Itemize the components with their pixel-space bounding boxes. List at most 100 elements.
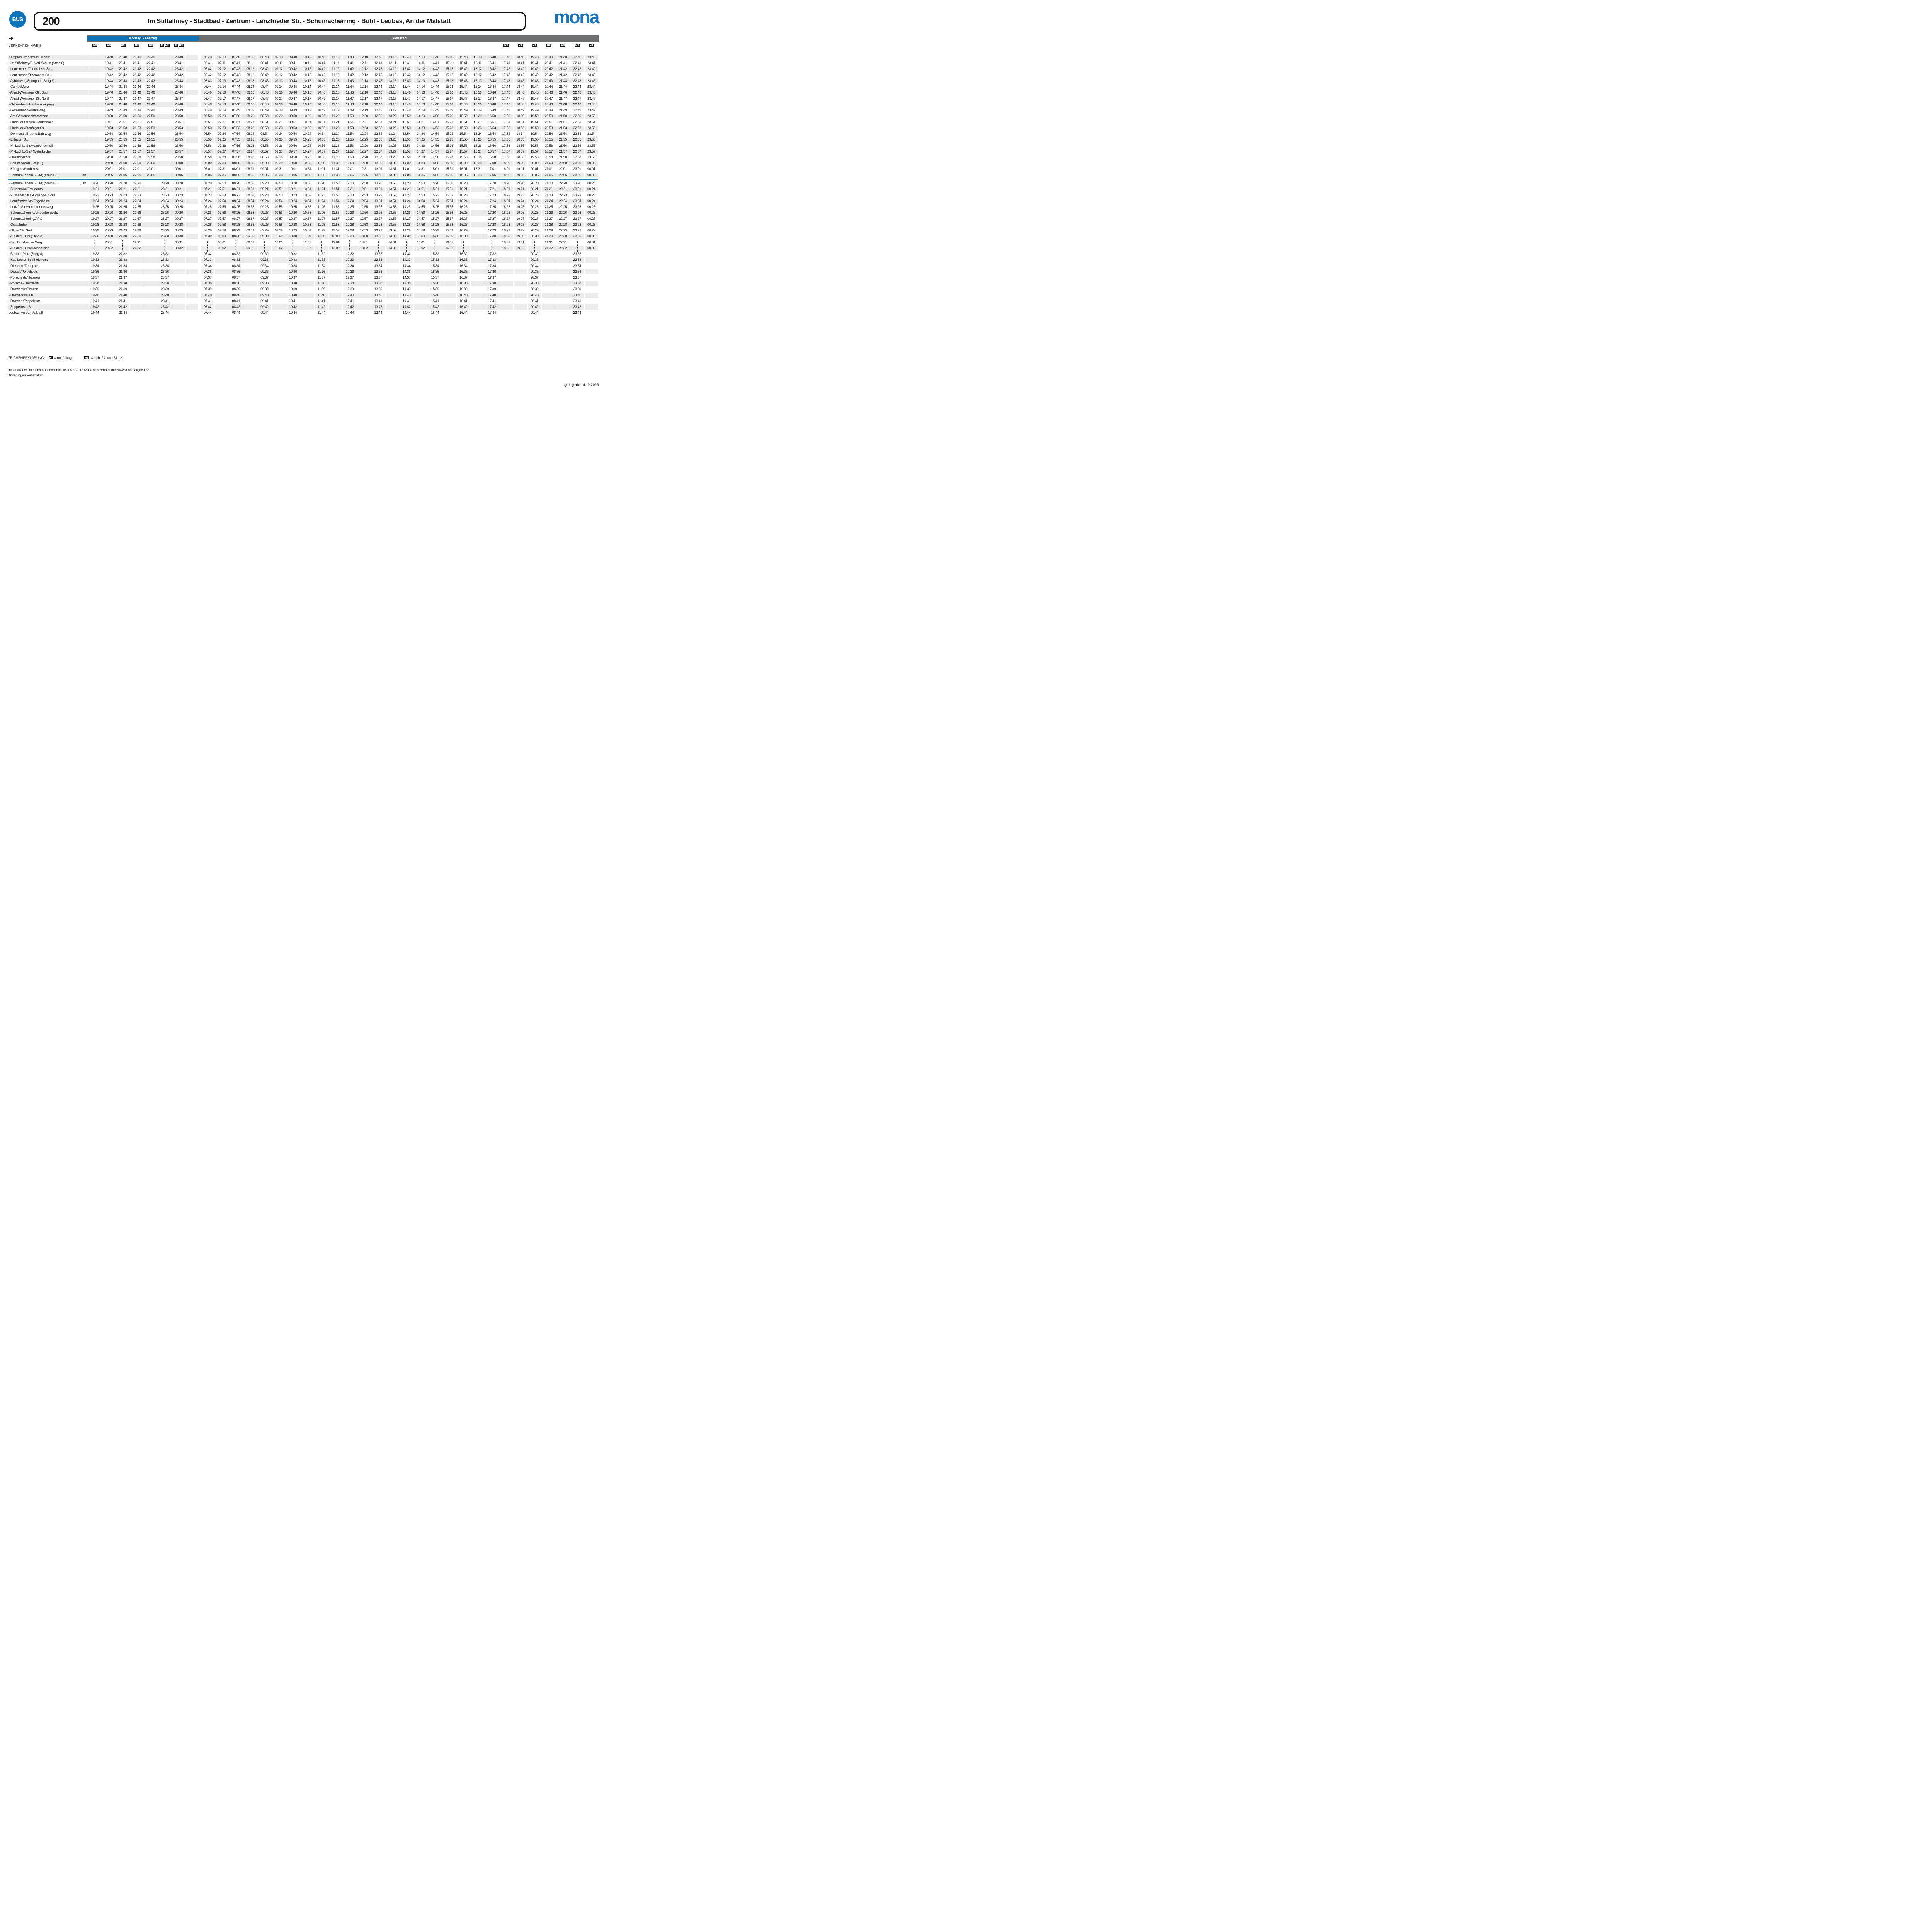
- skip-cell: [158, 240, 172, 245]
- empty-cell: [386, 252, 399, 257]
- time-cell: 15.57: [457, 149, 470, 154]
- stop-name: - Schumacherring/Lindenbergsch.: [8, 210, 88, 215]
- time-cell: 00.20: [172, 181, 186, 186]
- time-cell: 14.38: [400, 281, 413, 286]
- empty-cell: [144, 240, 158, 245]
- empty-cell: [186, 181, 198, 186]
- time-cell: 15.25: [428, 204, 442, 209]
- time-cell: 18.56: [514, 143, 527, 148]
- time-cell: 21.44: [116, 310, 130, 315]
- time-cell: 23.23: [570, 193, 584, 198]
- time-cell: 22.44: [144, 84, 158, 89]
- time-cell: 20.29: [528, 228, 541, 233]
- empty-cell: [556, 252, 570, 257]
- time-cell: 12.42: [371, 73, 385, 78]
- empty-cell: [542, 269, 556, 274]
- time-cell: 13.43: [400, 78, 413, 83]
- time-cell: 10.00: [272, 234, 286, 239]
- skip-stop-wavy-icon: [405, 240, 408, 246]
- time-cell: 23.46: [172, 90, 186, 95]
- time-cell: 09.59: [272, 228, 286, 233]
- time-cell: 19.44: [528, 84, 541, 89]
- time-cell: 12.24: [343, 199, 357, 204]
- empty-cell: [471, 222, 485, 227]
- time-cell: 19.57: [102, 149, 116, 154]
- time-cell: 16.10: [471, 55, 485, 60]
- time-cell: 11.57: [329, 216, 342, 221]
- time-cell: 14.49: [428, 108, 442, 113]
- table-row: - Forum Allgäu (Steig 1)20.0021.0022.002…: [0, 161, 606, 166]
- time-cell: 19.55: [528, 137, 541, 142]
- empty-cell: [499, 275, 513, 280]
- time-cell: 21.23: [116, 193, 130, 198]
- empty-cell: [186, 269, 198, 274]
- skip-cell: [158, 246, 172, 251]
- time-cell: 17.00: [485, 161, 498, 166]
- time-cell: 17.29: [485, 228, 498, 233]
- time-cell: 09.12: [272, 66, 286, 71]
- empty-cell: [585, 269, 598, 274]
- empty-cell: [158, 161, 172, 166]
- time-cell: 10.55: [315, 137, 328, 142]
- time-cell: 00.32: [172, 246, 186, 251]
- time-cell: 14.24: [400, 199, 413, 204]
- badge-spacer: [286, 44, 299, 48]
- bus-logo: BUS: [9, 11, 26, 28]
- time-cell: 23.21: [158, 187, 172, 192]
- time-cell: 14.18: [414, 102, 428, 107]
- table-row: - Zeppelinstraße19.4221.4223.4207.4208.4…: [0, 304, 606, 310]
- time-cell: 14.05: [400, 173, 413, 178]
- time-cell: 22.28: [556, 222, 570, 227]
- table-row: - M.-Lochb.-Str./Klosterkirche19.5720.57…: [0, 149, 606, 154]
- time-cell: 09.24: [258, 199, 271, 204]
- empty-cell: [414, 310, 428, 315]
- empty-cell: [144, 304, 158, 310]
- time-cell: 19.05: [514, 173, 527, 178]
- time-cell: 15.51: [457, 120, 470, 125]
- time-cell: 15.36: [428, 269, 442, 274]
- time-cell: 20.39: [528, 287, 541, 292]
- time-cell: 07.56: [215, 210, 229, 215]
- time-cell: 19.30: [514, 234, 527, 239]
- time-cell: 21.44: [130, 84, 144, 89]
- time-cell: 13.26: [371, 210, 385, 215]
- time-cell: 23.30: [570, 234, 584, 239]
- fr-badge: Fr: [49, 356, 53, 359]
- time-cell: 16.00: [457, 161, 470, 166]
- empty-cell: [186, 240, 198, 245]
- time-cell: 20.38: [528, 281, 541, 286]
- time-cell: 20.40: [116, 55, 130, 60]
- hs-badge: HS: [148, 44, 153, 47]
- time-cell: 00.05: [585, 173, 598, 178]
- time-cell: 23.44: [158, 310, 172, 315]
- empty-cell: [215, 287, 229, 292]
- time-cell: 08.42: [258, 66, 271, 71]
- time-cell: 15.46: [457, 90, 470, 95]
- time-cell: 13.34: [371, 264, 385, 269]
- time-cell: 13.18: [386, 102, 399, 107]
- time-cell: 08.01: [229, 167, 243, 172]
- empty-cell: [300, 264, 314, 269]
- time-cell: 13.05: [371, 173, 385, 178]
- time-cell: 21.05: [116, 173, 130, 178]
- time-cell: 07.41: [201, 299, 214, 304]
- skip-cell: [286, 246, 299, 251]
- time-cell: 13.27: [371, 216, 385, 221]
- stop-name: - Zentrum (ehem. ZUM) (Steig B6)ab: [8, 181, 88, 186]
- time-cell: 17.38: [485, 281, 498, 286]
- time-cell: 21.26: [116, 210, 130, 215]
- time-cell: 08.32: [229, 252, 243, 257]
- time-cell: 15.54: [442, 199, 456, 204]
- time-cell: 08.47: [258, 96, 271, 101]
- empty-cell: [357, 299, 371, 304]
- empty-cell: [186, 310, 198, 315]
- time-cell: 16.38: [457, 281, 470, 286]
- time-cell: 20.42: [116, 66, 130, 71]
- time-cell: 12.49: [371, 108, 385, 113]
- time-cell: 11.27: [315, 216, 328, 221]
- stop-name: - Auf dem Bühl (Steig 3): [8, 234, 88, 239]
- time-cell: 08.30: [243, 161, 257, 166]
- time-cell: 15.26: [428, 210, 442, 215]
- time-cell: 11.53: [329, 193, 342, 198]
- time-cell: 20.01: [528, 167, 541, 172]
